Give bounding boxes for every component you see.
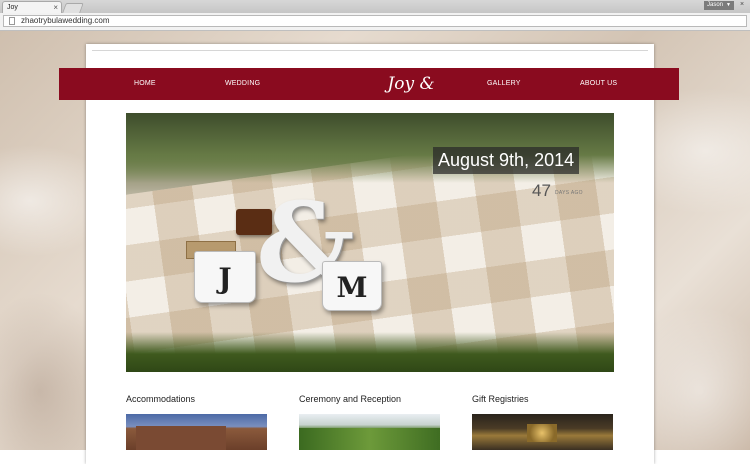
wedding-date-label: August 9th, 2014	[433, 147, 580, 174]
mug-j-graphic: J	[194, 251, 256, 303]
registries-heading[interactable]: Gift Registries	[472, 394, 529, 404]
nav-gallery-link[interactable]: GALLERY	[487, 68, 521, 100]
mug-letter-m: M	[336, 271, 368, 304]
trees-graphic	[299, 428, 440, 450]
browser-titlebar: Joy × Jason ▼ ×	[0, 0, 750, 13]
divider	[92, 50, 648, 51]
ceremony-heading[interactable]: Ceremony and Reception	[299, 394, 401, 404]
days-ago-count: 47	[532, 181, 551, 200]
days-ago-label: DAYS AGO	[555, 190, 583, 196]
grass-graphic	[126, 332, 614, 372]
user-profile-button[interactable]: Jason ▼	[704, 1, 734, 10]
mug-letter-j: J	[218, 262, 232, 295]
nav-ribbon: HOME WEDDING Joy & Michael GALLERY ABOUT…	[59, 68, 679, 118]
tab-title: Joy	[7, 4, 18, 11]
hotel-building-graphic	[136, 426, 226, 450]
nav-wedding-link[interactable]: WEDDING	[225, 68, 260, 100]
new-tab-button[interactable]	[62, 3, 84, 13]
user-name: Jason	[707, 2, 724, 8]
registries-thumbnail[interactable]	[472, 414, 613, 450]
tab-close-icon[interactable]: ×	[53, 3, 58, 12]
accommodations-heading[interactable]: Accommodations	[126, 394, 195, 404]
chevron-down-icon: ▼	[726, 2, 731, 8]
ceremony-thumbnail[interactable]	[299, 414, 440, 450]
browser-tab[interactable]: Joy ×	[2, 1, 62, 13]
nav-home-link[interactable]: HOME	[134, 68, 156, 100]
window-close-button[interactable]: ×	[737, 1, 747, 9]
page-icon	[9, 17, 15, 25]
url-text: zhaotrybulawedding.com	[21, 16, 110, 25]
url-input[interactable]: zhaotrybulawedding.com	[3, 15, 747, 27]
mug-m-graphic: M	[322, 261, 382, 311]
address-bar: zhaotrybulawedding.com	[0, 13, 750, 31]
nav-about-link[interactable]: ABOUT US	[580, 68, 617, 100]
chandelier-graphic	[527, 424, 557, 442]
accommodations-thumbnail[interactable]	[126, 414, 267, 450]
